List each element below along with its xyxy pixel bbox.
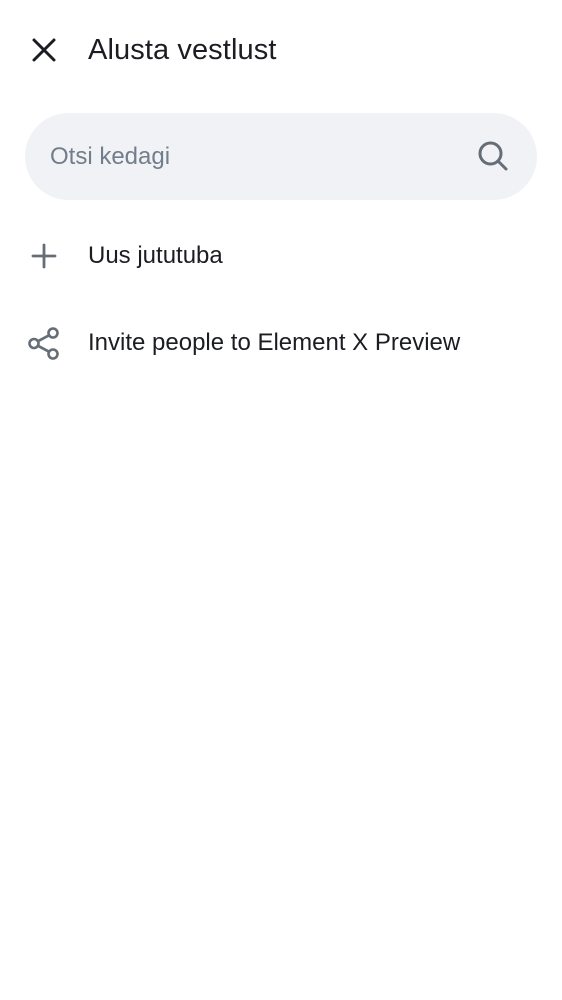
close-icon — [32, 38, 56, 62]
invite-people-item[interactable]: Invite people to Element X Preview — [0, 300, 562, 386]
invite-people-label: Invite people to Element X Preview — [88, 329, 461, 356]
top-app-bar: Alusta vestlust — [0, 0, 562, 100]
new-room-item[interactable]: Uus jututuba — [0, 213, 562, 299]
search-icon[interactable] — [476, 139, 510, 173]
search-bar[interactable] — [25, 113, 537, 200]
plus-icon — [31, 243, 57, 269]
share-icon — [28, 327, 59, 360]
page-title: Alusta vestlust — [88, 34, 277, 66]
start-chat-screen: Alusta vestlust Uus jututuba Invite peop… — [0, 0, 562, 1000]
search-input[interactable] — [50, 113, 470, 200]
close-button[interactable] — [22, 28, 66, 72]
new-room-label: Uus jututuba — [88, 242, 223, 269]
